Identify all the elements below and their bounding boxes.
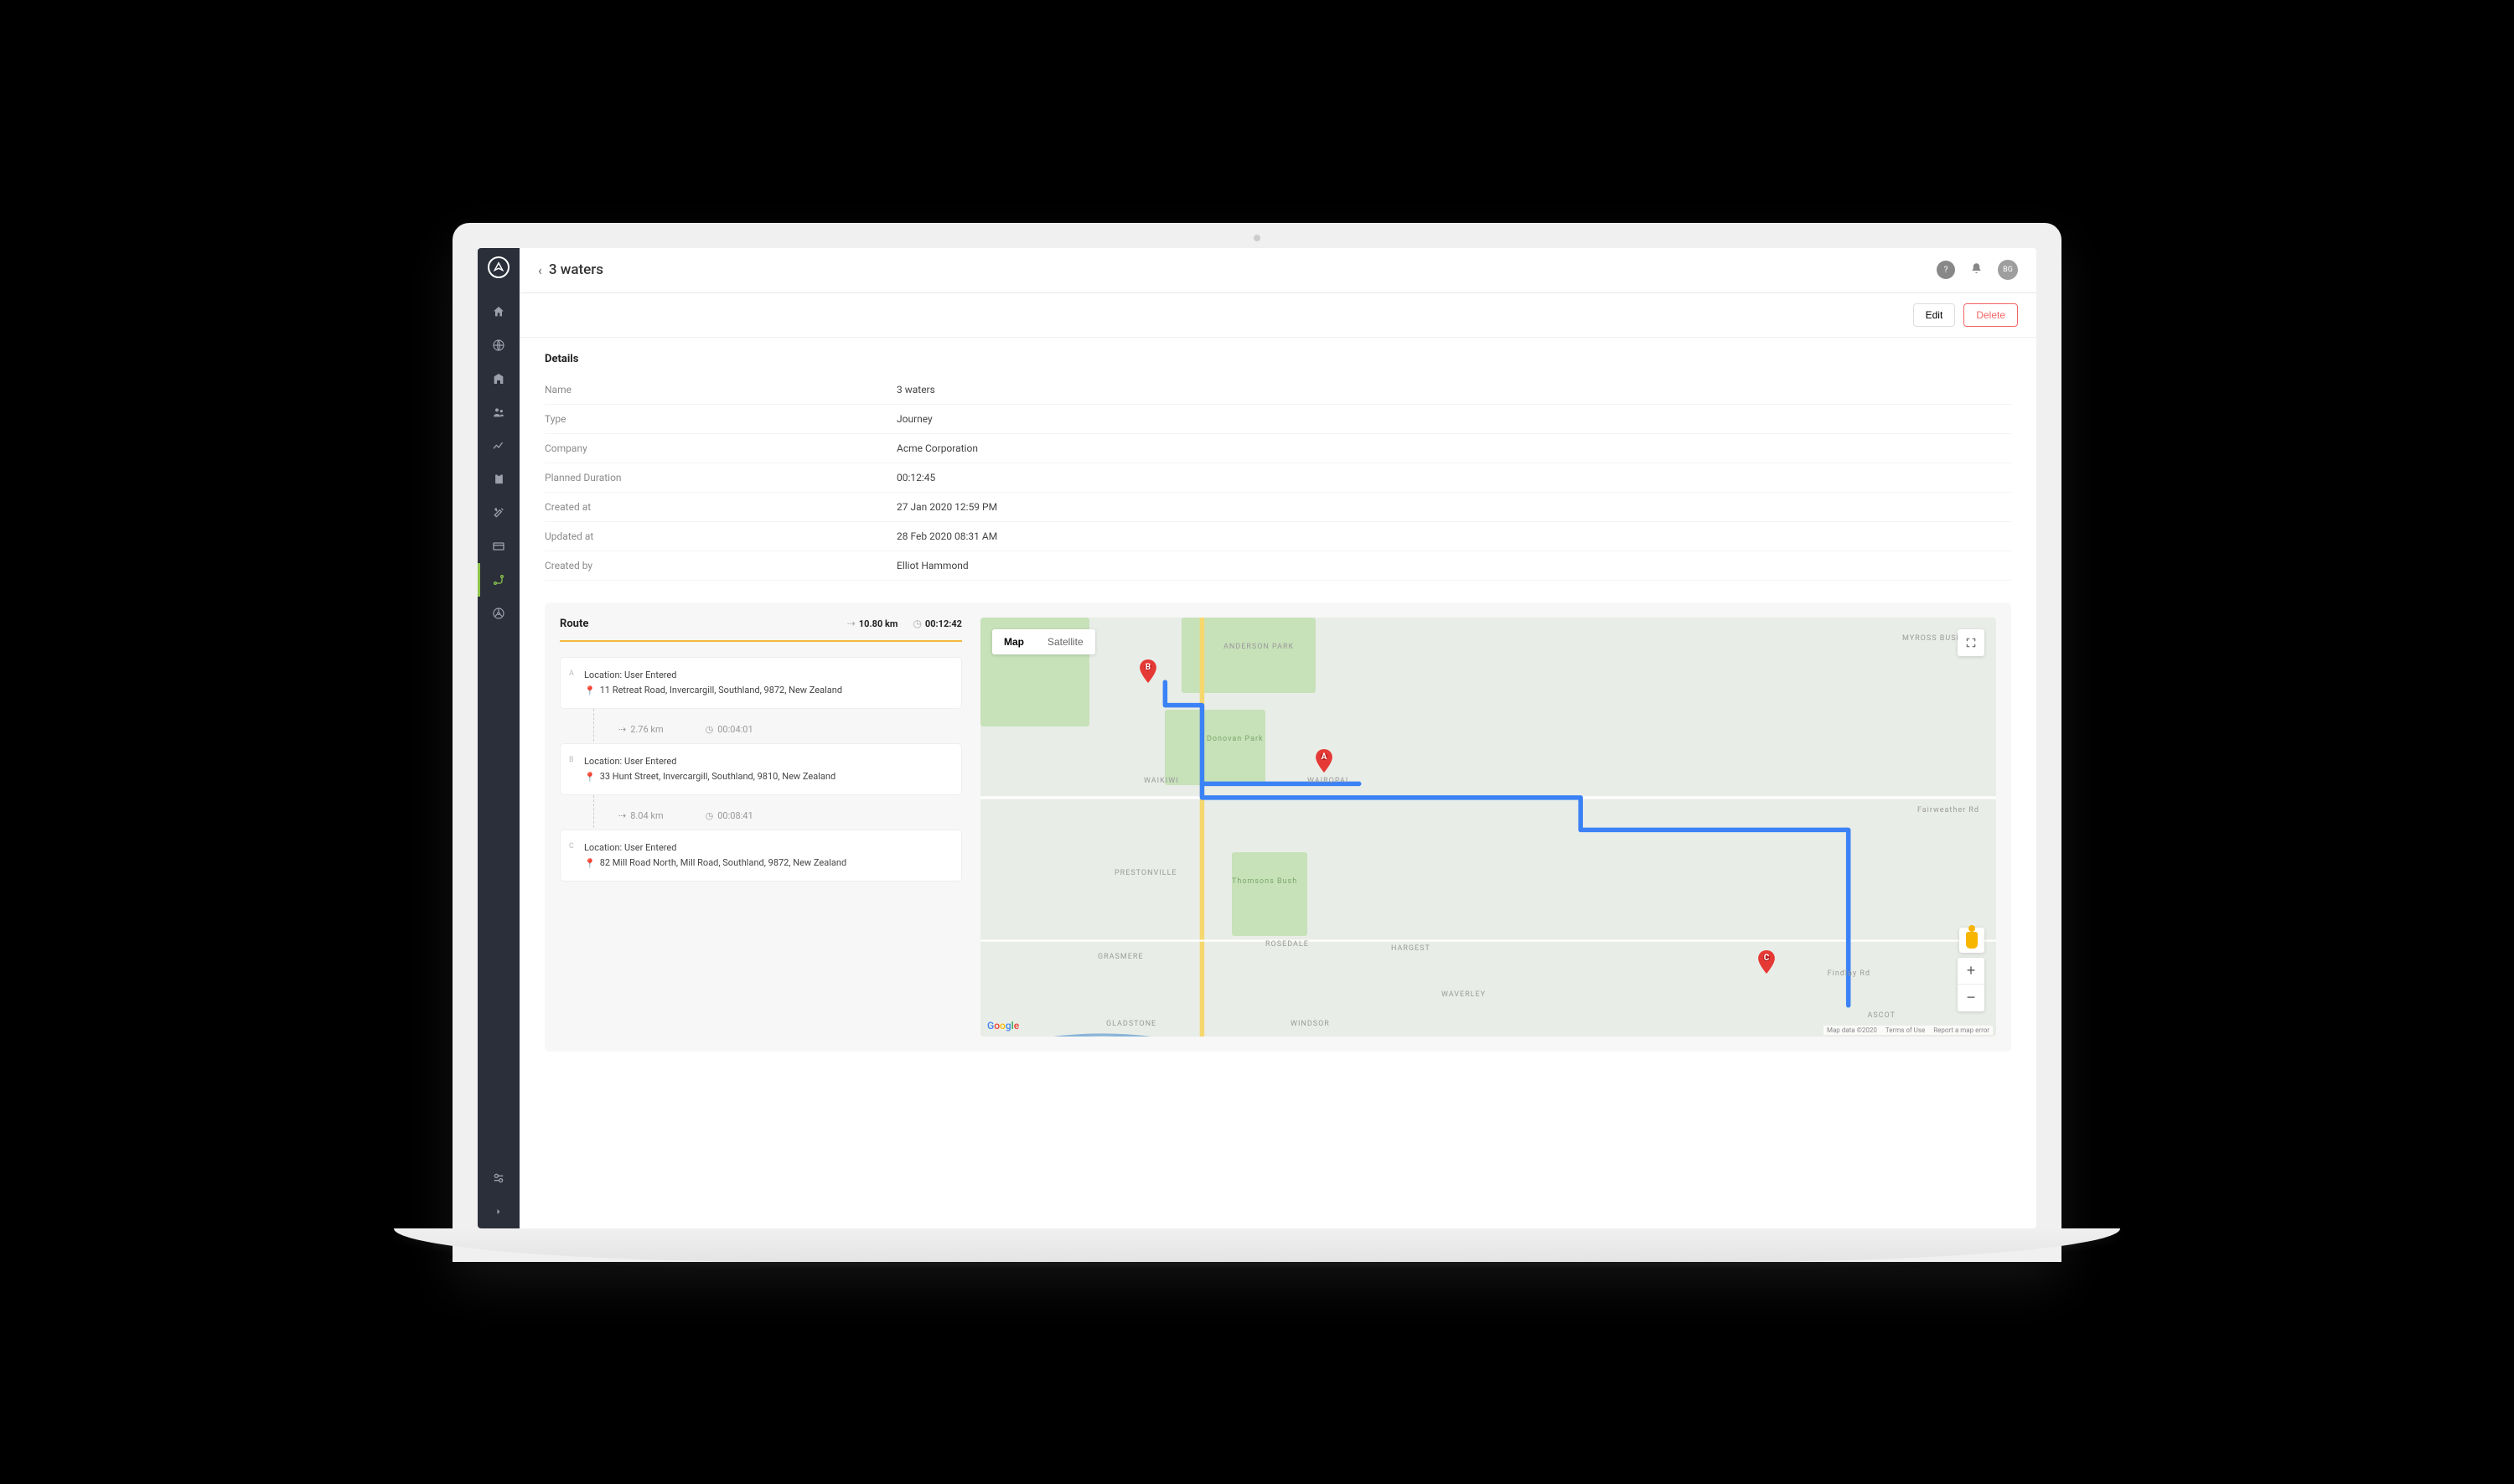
pin-icon: 📍 — [584, 772, 596, 783]
detail-row: Planned Duration00:12:45 — [545, 463, 2011, 493]
pegman-icon[interactable] — [1959, 928, 1984, 953]
nav-wheel-icon[interactable] — [478, 597, 520, 630]
detail-row: CompanyAcme Corporation — [545, 434, 2011, 463]
waypoint-address: 82 Mill Road North, Mill Road, Southland… — [600, 857, 846, 868]
zoom-out-button[interactable]: − — [1958, 985, 1984, 1011]
detail-row: Updated at28 Feb 2020 08:31 AM — [545, 522, 2011, 551]
topbar: ‹ 3 waters ? BG — [520, 248, 2036, 293]
waypoint-card[interactable]: B Location: User Entered 📍 33 Hunt Street… — [560, 743, 962, 795]
edit-button[interactable]: Edit — [1913, 303, 1956, 327]
google-logo: Google — [987, 1020, 1019, 1032]
nav-globe-icon[interactable] — [478, 328, 520, 362]
map-type-switcher: Map Satellite — [992, 629, 1095, 654]
distance-icon: ⇢ — [618, 724, 626, 735]
waypoint-letter: A — [569, 670, 574, 678]
map-label: ROSEDALE — [1265, 940, 1309, 949]
pin-icon: 📍 — [584, 685, 596, 696]
route-segment: ⇢2.76 km ◷00:04:01 — [560, 716, 962, 743]
map-attribution: Map data ©2020 Terms of Use Report a map… — [1823, 1026, 1993, 1035]
nav-collapse-icon[interactable] — [478, 1195, 520, 1228]
map-marker-b[interactable]: B — [1140, 659, 1156, 683]
waypoint-letter: C — [569, 842, 574, 851]
pin-icon: 📍 — [584, 858, 596, 869]
nav-clipboard-icon[interactable] — [478, 463, 520, 496]
back-button[interactable]: ‹ — [538, 262, 542, 278]
delete-button[interactable]: Delete — [1963, 303, 2018, 327]
app-logo[interactable] — [488, 256, 510, 278]
content-scroll[interactable]: Details Name3 waters TypeJourney Company… — [520, 338, 2036, 1228]
map-label: ASCOT — [1867, 1011, 1896, 1020]
clock-icon: ◷ — [913, 618, 921, 629]
clock-icon: ◷ — [706, 724, 714, 735]
action-bar: Edit Delete — [520, 293, 2036, 338]
map-fullscreen-button[interactable] — [1958, 629, 1984, 656]
map-label: PRESTONVILLE — [1115, 869, 1177, 877]
laptop-frame: ‹ 3 waters ? BG Edit Delete Details — [453, 223, 2061, 1262]
details-heading: Details — [545, 353, 2011, 365]
detail-row: Name3 waters — [545, 375, 2011, 405]
nav-analytics-icon[interactable] — [478, 429, 520, 463]
waypoint-card[interactable]: A Location: User Entered 📍 11 Retreat Roa… — [560, 657, 962, 709]
map-marker-c[interactable]: C — [1758, 950, 1775, 974]
map-label: WINDSOR — [1291, 1020, 1330, 1028]
map-label: MYROSS BUSH — [1902, 634, 1963, 643]
main-content: ‹ 3 waters ? BG Edit Delete Details — [520, 248, 2036, 1228]
nav-home-icon[interactable] — [478, 295, 520, 328]
distance-icon: ⇢ — [847, 618, 856, 629]
detail-row: Created byElliot Hammond — [545, 551, 2011, 581]
map-label: Findlay Rd — [1828, 970, 1870, 978]
map-label: GRASMERE — [1098, 953, 1144, 961]
route-heading: Route — [560, 618, 588, 630]
waypoint-letter: B — [569, 756, 574, 764]
terms-link[interactable]: Terms of Use — [1886, 1026, 1925, 1034]
waypoint-card[interactable]: C Location: User Entered 📍 82 Mill Road N… — [560, 830, 962, 882]
nav-route-icon[interactable] — [478, 563, 520, 597]
waypoint-address: 11 Retreat Road, Invercargill, Southland… — [600, 685, 842, 695]
map-label: Thomsons Bush — [1232, 877, 1297, 886]
nav-building-icon[interactable] — [478, 362, 520, 396]
route-panel: Route ⇢10.80 km ◷00:12:42 A Location: Us… — [560, 618, 962, 1037]
nav-tools-icon[interactable] — [478, 496, 520, 530]
route-section: Route ⇢10.80 km ◷00:12:42 A Location: Us… — [545, 602, 2011, 1052]
map-label: WAIROPAI — [1307, 777, 1348, 785]
route-summary: ⇢10.80 km ◷00:12:42 — [847, 618, 962, 629]
nav-card-icon[interactable] — [478, 530, 520, 563]
detail-row: Created at27 Jan 2020 12:59 PM — [545, 493, 2011, 522]
webcam-dot — [1254, 235, 1260, 241]
report-link[interactable]: Report a map error — [1933, 1026, 1989, 1034]
map-label: Fairweather Rd — [1917, 806, 1979, 814]
distance-icon: ⇢ — [618, 810, 626, 821]
map-type-map[interactable]: Map — [992, 629, 1036, 654]
map-type-satellite[interactable]: Satellite — [1036, 629, 1095, 654]
map-label: GLADSTONE — [1106, 1020, 1156, 1028]
zoom-in-button[interactable]: + — [1958, 958, 1984, 985]
map-zoom-controls: + − — [1958, 958, 1984, 1011]
breadcrumb: ‹ 3 waters — [538, 261, 603, 278]
page-title: 3 waters — [549, 261, 603, 278]
details-table: Name3 waters TypeJourney CompanyAcme Cor… — [545, 375, 2011, 581]
route-segment: ⇢8.04 km ◷00:08:41 — [560, 802, 962, 830]
avatar[interactable]: BG — [1998, 260, 2018, 280]
map-label: ANDERSON PARK — [1223, 643, 1294, 651]
sidebar — [478, 248, 520, 1228]
waypoint-address: 33 Hunt Street, Invercargill, Southland,… — [600, 771, 835, 782]
screen: ‹ 3 waters ? BG Edit Delete Details — [478, 248, 2036, 1228]
map[interactable]: ANDERSON PARK MYROSS BUSH Donovan Park W… — [980, 618, 1996, 1037]
waypoint-type: Location: User Entered — [584, 842, 948, 853]
map-label: HARGEST — [1391, 944, 1430, 953]
detail-row: TypeJourney — [545, 405, 2011, 434]
waypoint-type: Location: User Entered — [584, 756, 948, 767]
map-label: WAIKIWI — [1144, 777, 1179, 785]
map-label: Donovan Park — [1207, 735, 1264, 743]
laptop-base — [394, 1228, 2120, 1262]
waypoint-type: Location: User Entered — [584, 670, 948, 680]
clock-icon: ◷ — [706, 810, 714, 821]
help-icon[interactable]: ? — [1937, 261, 1955, 279]
nav-users-icon[interactable] — [478, 396, 520, 429]
notifications-icon[interactable] — [1970, 262, 1983, 278]
map-label: WAVERLEY — [1441, 990, 1486, 999]
map-marker-a[interactable]: A — [1316, 749, 1332, 773]
nav-settings-icon[interactable] — [478, 1161, 520, 1195]
